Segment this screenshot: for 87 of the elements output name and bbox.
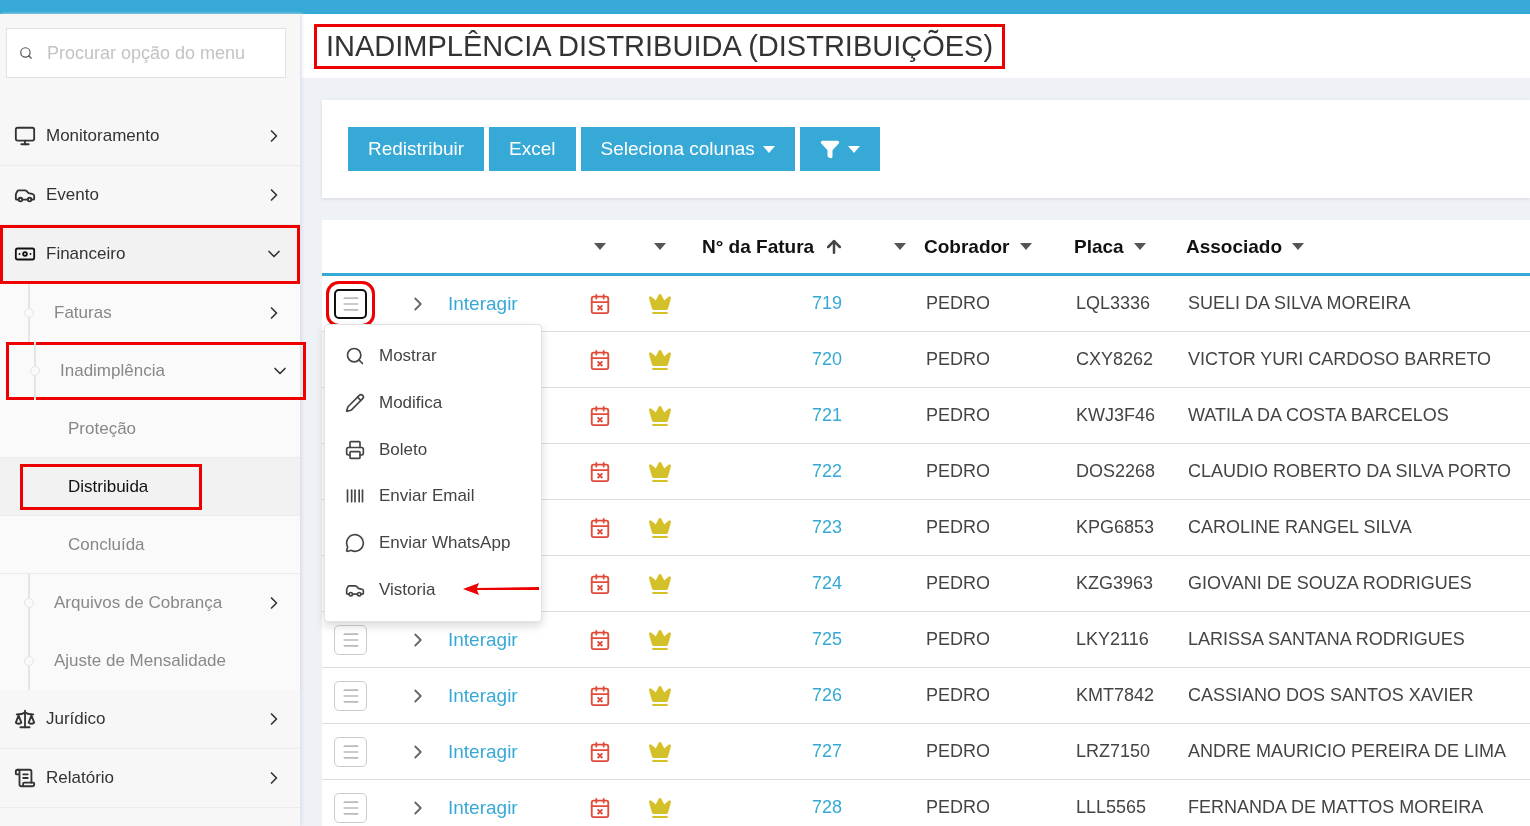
search-icon	[345, 346, 365, 367]
table-cell-text: CXY8262	[1075, 349, 1155, 370]
calendar-x-icon[interactable]	[589, 404, 611, 427]
calendar-x-icon[interactable]	[589, 572, 611, 595]
column-header[interactable]: Associado	[1186, 235, 1283, 258]
table-cell-text: PEDRO	[925, 629, 991, 650]
calendar-x-icon[interactable]	[589, 684, 611, 707]
pencil-icon	[345, 393, 365, 414]
invoice-number: 724	[810, 573, 843, 594]
monitor-icon	[14, 125, 36, 147]
table-cell-text: PEDRO	[925, 293, 991, 314]
table-cell-text: LQL3336	[1075, 293, 1152, 314]
caret-icon[interactable]	[654, 243, 666, 250]
invoice-number: 723	[810, 517, 843, 538]
table-cell-text: PEDRO	[925, 573, 991, 594]
search-input[interactable]: Procurar opção do menu	[47, 42, 273, 64]
table-cell-text: PEDRO	[925, 405, 991, 426]
table-cell-text: ANDRE MAURICIO PEREIRA DE LIMA	[1187, 741, 1508, 762]
menu-item[interactable]: Boleto	[325, 426, 541, 474]
menu-item[interactable]: Enviar Email	[325, 473, 541, 520]
table-cell-text: PEDRO	[925, 685, 991, 706]
caret-icon[interactable]	[1133, 243, 1146, 250]
menu-item[interactable]: Mostrar	[325, 333, 541, 380]
sidebar-subitem[interactable]: Arquivos de Cobrança	[0, 574, 300, 632]
sidebar-item[interactable]: Relatório	[0, 749, 300, 808]
table-cell-text: PEDRO	[925, 741, 991, 762]
table-cell-text: CLAUDIO ROBERTO DA SILVA PORTO	[1187, 461, 1513, 482]
scale-icon	[14, 708, 36, 730]
sidebar-item[interactable]: Evento	[0, 166, 300, 225]
caret-icon	[847, 145, 860, 153]
calendar-x-icon[interactable]	[589, 628, 611, 651]
invoice-number: 726	[810, 685, 843, 706]
table-cell-text: DOS2268	[1075, 461, 1157, 482]
sidebar-item[interactable]: Jurídico	[0, 690, 300, 749]
caret-icon[interactable]	[594, 243, 606, 250]
table-cell-text: KPG6853	[1075, 517, 1156, 538]
scroll-icon	[14, 767, 36, 789]
invoice-number: 722	[810, 461, 843, 482]
calendar-x-icon[interactable]	[589, 740, 611, 763]
caret-icon	[762, 145, 775, 153]
chat-bubble-icon	[345, 533, 365, 554]
search-field[interactable]: Procurar opção do menu	[6, 28, 286, 78]
filter-button[interactable]	[799, 127, 880, 171]
calendar-x-icon[interactable]	[589, 292, 611, 315]
table-cell-text: KMT7842	[1075, 685, 1156, 706]
table-cell-text: PEDRO	[925, 517, 991, 538]
table-cell-text: KWJ3F46	[1075, 405, 1157, 426]
sidebar-item[interactable]: Monitoramento	[0, 107, 300, 166]
table-cell-text: CAROLINE RANGEL SILVA	[1187, 517, 1413, 538]
table-cell-text: WATILA DA COSTA BARCELOS	[1187, 405, 1450, 426]
caret-icon[interactable]	[894, 243, 907, 250]
calendar-x-icon[interactable]	[589, 516, 611, 539]
column-header[interactable]: N° da Fatura	[702, 235, 815, 258]
table-cell-text: CASSIANO DOS SANTOS XAVIER	[1187, 685, 1475, 706]
sidebar-subitem[interactable]: Faturas	[0, 284, 300, 342]
table-cell-text: LKY2116	[1075, 629, 1150, 650]
table-cell-text: SUELI DA SILVA MOREIRA	[1187, 293, 1412, 314]
menu-item[interactable]: Enviar WhatsApp	[325, 519, 541, 567]
table-cell-text: LARISSA SANTANA RODRIGUES	[1187, 629, 1466, 650]
table-cell-text: FERNANDA DE MATTOS MOREIRA	[1187, 797, 1485, 818]
sidebar-item[interactable]: Financeiro	[0, 225, 300, 284]
invoice-number: 728	[810, 797, 843, 818]
table-cell-text: PEDRO	[925, 797, 991, 818]
table-cell-text: VICTOR YURI CARDOSO BARRETO	[1187, 349, 1493, 370]
calendar-x-icon[interactable]	[589, 348, 611, 371]
calendar-x-icon[interactable]	[589, 460, 611, 483]
invoice-number: 721	[810, 405, 843, 426]
invoice-number: 720	[810, 349, 843, 370]
table-cell-text: PEDRO	[925, 349, 991, 370]
column-header[interactable]: Placa	[1074, 235, 1124, 258]
printer-icon	[345, 439, 365, 460]
caret-icon[interactable]	[1019, 243, 1032, 250]
invoice-number: 719	[810, 293, 843, 314]
table-cell-text: KZG3963	[1075, 573, 1155, 594]
table-cell-text: LLL5565	[1075, 797, 1148, 818]
table-cell-text: GIOVANI DE SOUZA RODRIGUES	[1187, 573, 1473, 594]
table-cell-text: LRZ7150	[1075, 741, 1152, 762]
column-header[interactable]: Cobrador	[924, 235, 1010, 258]
menu-item[interactable]: Vistoria	[325, 566, 541, 614]
invoice-number: 727	[810, 741, 843, 762]
caret-icon[interactable]	[1292, 243, 1305, 250]
table-cell-text: PEDRO	[925, 461, 991, 482]
menu-item[interactable]: Modifica	[325, 379, 541, 427]
invoice-number: 725	[810, 629, 843, 650]
page-title: INADIMPLÊNCIA DISTRIBUIDA (DISTRIBUIÇÕES)	[314, 23, 1006, 69]
calendar-x-icon[interactable]	[589, 796, 611, 819]
filter-icon	[819, 139, 840, 159]
